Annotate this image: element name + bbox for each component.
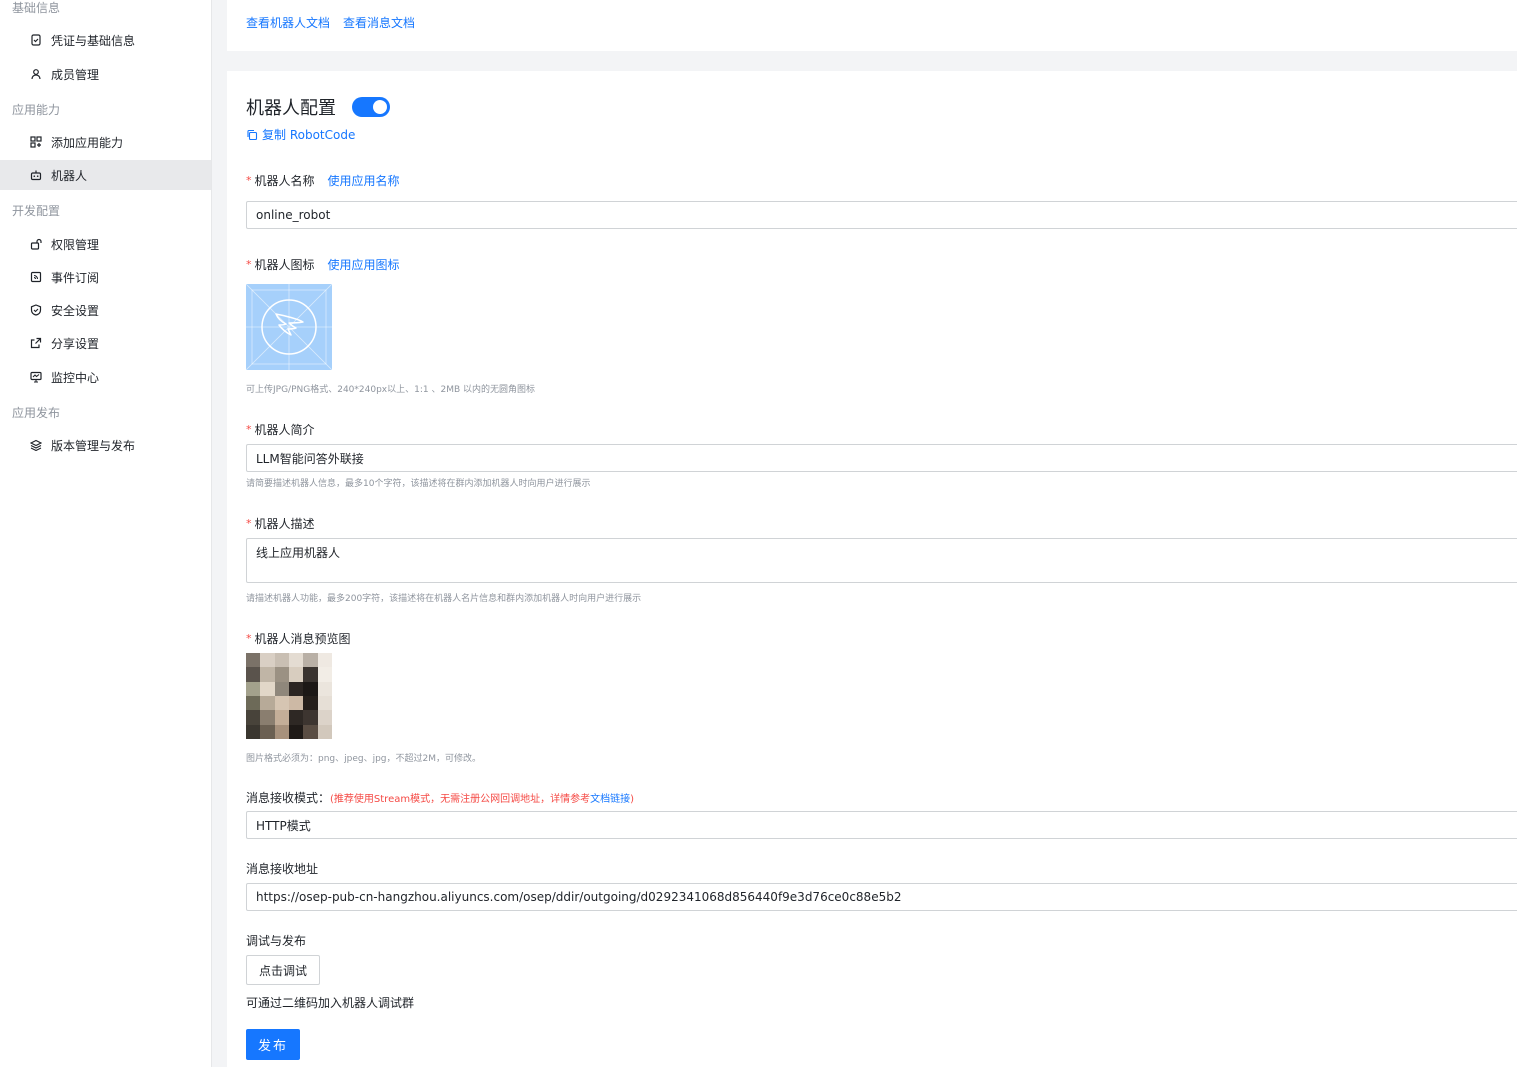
apps-icon — [30, 136, 42, 148]
required-mark: * — [246, 423, 252, 436]
sidebar-item-label: 凭证与基础信息 — [51, 33, 136, 48]
robot-preview-label: * 机器人消息预览图 — [246, 630, 351, 647]
robot-icon-label-text: 机器人图标 — [254, 258, 315, 272]
robot-name-label: * 机器人名称 使用应用名称 — [246, 172, 400, 189]
sidebar-item-label: 成员管理 — [51, 67, 100, 82]
layers-icon — [30, 439, 42, 451]
stream-docs-link[interactable]: 文档链接 — [590, 794, 630, 805]
required-mark: * — [246, 632, 252, 645]
robot-name-label-text: 机器人名称 — [254, 174, 315, 188]
sidebar-item-members[interactable]: 成员管理 — [0, 59, 211, 89]
sidebar-item-security[interactable]: 安全设置 — [0, 295, 211, 325]
robot-description-textarea[interactable]: 线上应用机器人 — [246, 538, 1517, 583]
sidebar-item-label: 机器人 — [51, 168, 88, 183]
sidebar-item-label: 权限管理 — [51, 237, 100, 252]
sidebar-item-events[interactable]: 事件订阅 — [0, 262, 211, 292]
robot-enable-toggle[interactable] — [352, 97, 390, 117]
receive-mode-label-text: 消息接收模式： — [246, 791, 331, 805]
stream-recommend-note: (推荐使用Stream模式，无需注册公网回调地址，详情参考文档链接) — [330, 790, 634, 805]
sidebar-item-label: 版本管理与发布 — [51, 438, 136, 453]
sidebar-item-label: 事件订阅 — [51, 270, 100, 285]
robot-description-label-text: 机器人描述 — [254, 517, 315, 531]
toggle-knob — [373, 100, 387, 114]
robot-icon-upload[interactable] — [246, 284, 332, 370]
credential-icon — [30, 34, 42, 46]
sidebar-item-monitor[interactable]: 监控中心 — [0, 362, 211, 392]
dingtalk-logo-icon — [246, 284, 332, 370]
sidebar-item-label: 分享设置 — [51, 336, 100, 351]
sidebar: 基础信息 凭证与基础信息 成员管理 应用能力 添加应用能力 机器人 开发配置 权… — [0, 0, 212, 1067]
sidebar-item-share[interactable]: 分享设置 — [0, 328, 211, 358]
share-icon — [30, 337, 42, 349]
sidebar-item-label: 监控中心 — [51, 370, 100, 385]
receive-mode-label: 消息接收模式： (推荐使用Stream模式，无需注册公网回调地址，详情参考文档链… — [246, 789, 634, 806]
monitor-icon — [30, 371, 42, 383]
sidebar-item-credentials[interactable]: 凭证与基础信息 — [0, 25, 211, 55]
robot-preview-hint: 图片格式必须为：png、jpeg、jpg，不超过2M，可修改。 — [246, 754, 482, 764]
robot-name-input[interactable] — [246, 201, 1517, 229]
message-docs-link[interactable]: 查看消息文档 — [343, 14, 415, 31]
robot-description-hint: 请描述机器人功能，最多200字符，该描述将在机器人名片信息和群内添加机器人时向用… — [246, 594, 642, 604]
receive-mode-select[interactable] — [246, 811, 1517, 839]
debug-qr-text: 可通过二维码加入机器人调试群 — [246, 996, 415, 1010]
robot-preview-label-text: 机器人消息预览图 — [254, 632, 351, 646]
robot-icon-hint: 可上传JPG/PNG格式、240*240px以上、1:1 、2MB 以内的无圆角… — [246, 385, 535, 395]
nav-group-dev-config: 开发配置 — [12, 204, 61, 218]
sidebar-item-robot[interactable]: 机器人 — [0, 160, 211, 190]
subscribe-icon — [30, 271, 42, 283]
message-preview-image[interactable] — [246, 653, 332, 739]
receive-url-label: 消息接收地址 — [246, 862, 319, 876]
receive-url-input[interactable] — [246, 883, 1517, 911]
debug-publish-label: 调试与发布 — [246, 934, 307, 948]
robot-intro-input[interactable] — [246, 444, 1517, 472]
user-icon — [30, 68, 42, 80]
debug-button[interactable]: 点击调试 — [246, 955, 320, 985]
copy-robotcode-label: 复制 RobotCode — [262, 128, 356, 142]
required-mark: * — [246, 258, 252, 271]
robot-docs-link[interactable]: 查看机器人文档 — [246, 14, 330, 31]
robot-intro-label-text: 机器人简介 — [254, 423, 315, 437]
use-app-icon-link[interactable]: 使用应用图标 — [328, 256, 400, 273]
page-title: 机器人配置 — [246, 98, 336, 119]
required-mark: * — [246, 517, 252, 530]
sidebar-item-add-capability[interactable]: 添加应用能力 — [0, 127, 211, 157]
copy-robotcode-button[interactable]: 复制 RobotCode — [246, 126, 355, 143]
publish-button[interactable]: 发布 — [246, 1029, 300, 1060]
robot-intro-hint: 请简要描述机器人信息，最多10个字符，该描述将在群内添加机器人时向用户进行展示 — [246, 479, 591, 489]
robot-description-label: * 机器人描述 — [246, 515, 315, 532]
robot-icon — [30, 169, 42, 181]
nav-group-publish: 应用发布 — [12, 406, 61, 420]
robot-config-card: 机器人配置 复制 RobotCode * 机器人名称 使用应用名称 * 机器人图… — [227, 71, 1517, 1067]
stream-note-suffix: ) — [630, 794, 635, 805]
robot-intro-label: * 机器人简介 — [246, 421, 315, 438]
stream-note-prefix: (推荐使用Stream模式，无需注册公网回调地址，详情参考 — [330, 794, 591, 805]
nav-group-basic-info: 基础信息 — [12, 1, 61, 15]
permission-icon — [30, 238, 42, 250]
sidebar-item-versions[interactable]: 版本管理与发布 — [0, 430, 211, 460]
sidebar-item-label: 添加应用能力 — [51, 135, 124, 150]
required-mark: * — [246, 174, 252, 187]
nav-group-capabilities: 应用能力 — [12, 103, 61, 117]
shield-icon — [30, 304, 42, 316]
use-app-name-link[interactable]: 使用应用名称 — [328, 172, 400, 189]
sidebar-item-permissions[interactable]: 权限管理 — [0, 229, 211, 259]
docs-card: 查看机器人文档 查看消息文档 — [227, 0, 1517, 51]
copy-icon — [247, 129, 258, 140]
sidebar-item-label: 安全设置 — [51, 303, 100, 318]
robot-icon-label: * 机器人图标 使用应用图标 — [246, 256, 400, 273]
